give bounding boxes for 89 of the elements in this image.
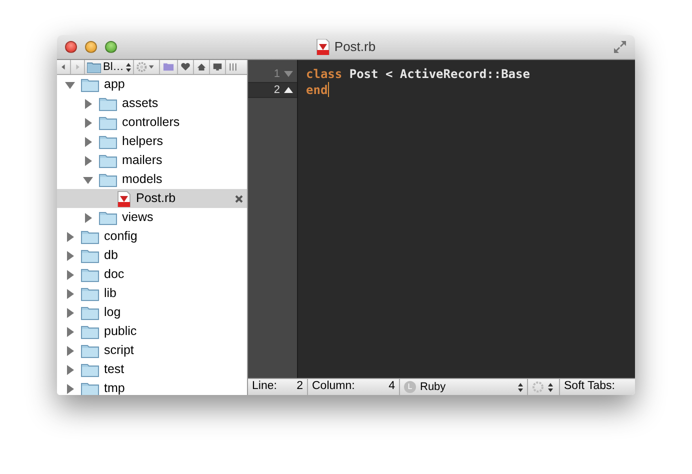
- disclosure-triangle-icon[interactable]: [65, 346, 75, 356]
- tree-item[interactable]: log: [57, 303, 247, 322]
- ruby-file-icon: [316, 39, 330, 55]
- item-name: db: [104, 247, 118, 264]
- updown-arrows-icon: [518, 382, 523, 392]
- item-name: app: [104, 76, 125, 94]
- folder-icon: [99, 134, 117, 149]
- line-label: Line:: [252, 379, 277, 394]
- folder-icon: [81, 286, 99, 301]
- tree-item[interactable]: config: [57, 227, 247, 246]
- tree-item[interactable]: test: [57, 360, 247, 379]
- item-name: helpers: [122, 133, 163, 150]
- window-title: Post.rb: [334, 38, 376, 56]
- text-cursor: [328, 82, 329, 97]
- close-button[interactable]: [65, 41, 77, 53]
- disclosure-triangle-icon[interactable]: [65, 232, 75, 242]
- folder-icon: [81, 267, 99, 282]
- minimize-button[interactable]: [85, 41, 97, 53]
- line-number: 2: [296, 379, 303, 394]
- disclosure-triangle-icon[interactable]: [65, 80, 75, 90]
- line-number: 1: [274, 66, 280, 82]
- tree-item[interactable]: app: [57, 75, 247, 94]
- item-name: Post.rb: [136, 190, 176, 208]
- tree-item[interactable]: assets: [57, 94, 247, 113]
- zoom-button[interactable]: [105, 41, 117, 53]
- gear-icon: [532, 381, 544, 393]
- folder-icon: [99, 210, 117, 225]
- disclosure-triangle-icon[interactable]: [83, 212, 93, 222]
- disclosure-triangle-icon[interactable]: [65, 384, 75, 394]
- folder-icon: [81, 305, 99, 320]
- line-number: 2: [274, 82, 280, 98]
- tree-item[interactable]: tmp: [57, 379, 247, 395]
- tree-item[interactable]: db: [57, 246, 247, 265]
- column-label: Column:: [312, 379, 355, 394]
- disclosure-triangle-icon[interactable]: [65, 308, 75, 318]
- disclosure-triangle-icon[interactable]: [65, 364, 75, 374]
- folder-icon: [99, 172, 117, 187]
- item-name: controllers: [122, 114, 180, 132]
- folder-icon: [99, 115, 117, 130]
- folder-icon: [81, 362, 99, 377]
- updown-arrows-icon: [126, 62, 131, 72]
- folder-icon: [99, 153, 117, 168]
- item-name: assets: [122, 95, 158, 112]
- item-name: config: [104, 228, 138, 246]
- disclosure-triangle-icon[interactable]: [65, 250, 75, 260]
- folder-icon: [81, 381, 99, 395]
- language-popup[interactable]: L Ruby: [400, 379, 528, 395]
- disclosure-triangle-icon[interactable]: [83, 118, 93, 128]
- item-name: views: [122, 209, 154, 226]
- tree-item[interactable]: helpers: [57, 132, 247, 151]
- item-name: tmp: [104, 380, 125, 395]
- tree-item[interactable]: views: [57, 208, 247, 227]
- ruby-file-icon: [117, 190, 131, 206]
- disclosure-triangle-icon[interactable]: [83, 174, 93, 184]
- disclosure-triangle-icon[interactable]: [65, 288, 75, 298]
- disclosure-triangle-icon[interactable]: [83, 156, 93, 166]
- soft-tabs-label[interactable]: Soft Tabs:: [560, 378, 619, 395]
- item-name: mailers: [122, 152, 162, 170]
- item-name: test: [104, 361, 124, 378]
- tree-item[interactable]: Post.rb: [57, 189, 247, 208]
- folder-icon: [81, 324, 99, 339]
- updown-arrows-icon: [548, 382, 553, 392]
- item-name: log: [104, 304, 121, 322]
- tree-item[interactable]: controllers: [57, 113, 247, 132]
- code-line: class Post < ActiveRecord::Base: [306, 66, 530, 82]
- fullscreen-icon[interactable]: [613, 40, 627, 54]
- disclosure-triangle-icon[interactable]: [65, 270, 75, 280]
- tree-item[interactable]: public: [57, 322, 247, 341]
- item-name: script: [104, 342, 134, 360]
- disclosure-triangle-icon[interactable]: [83, 136, 93, 146]
- tree-item[interactable]: doc: [57, 265, 247, 284]
- tree-item[interactable]: script: [57, 341, 247, 360]
- item-name: public: [104, 323, 137, 340]
- item-name: models: [122, 171, 162, 188]
- folder-icon: [81, 248, 99, 263]
- tree-item[interactable]: lib: [57, 284, 247, 303]
- tree-item[interactable]: models: [57, 170, 247, 189]
- disclosure-triangle-icon[interactable]: [65, 326, 75, 336]
- close-icon[interactable]: [235, 194, 243, 202]
- folder-icon: [81, 77, 99, 92]
- column-number: 4: [388, 379, 395, 394]
- folder-icon: [99, 96, 117, 111]
- folder-icon: [81, 343, 99, 358]
- item-name: lib: [104, 285, 117, 302]
- folder-icon: [81, 229, 99, 244]
- code-line: end: [306, 82, 328, 98]
- disclosure-triangle-icon[interactable]: [83, 98, 93, 108]
- tree-item[interactable]: mailers: [57, 151, 247, 170]
- item-name: doc: [104, 266, 124, 284]
